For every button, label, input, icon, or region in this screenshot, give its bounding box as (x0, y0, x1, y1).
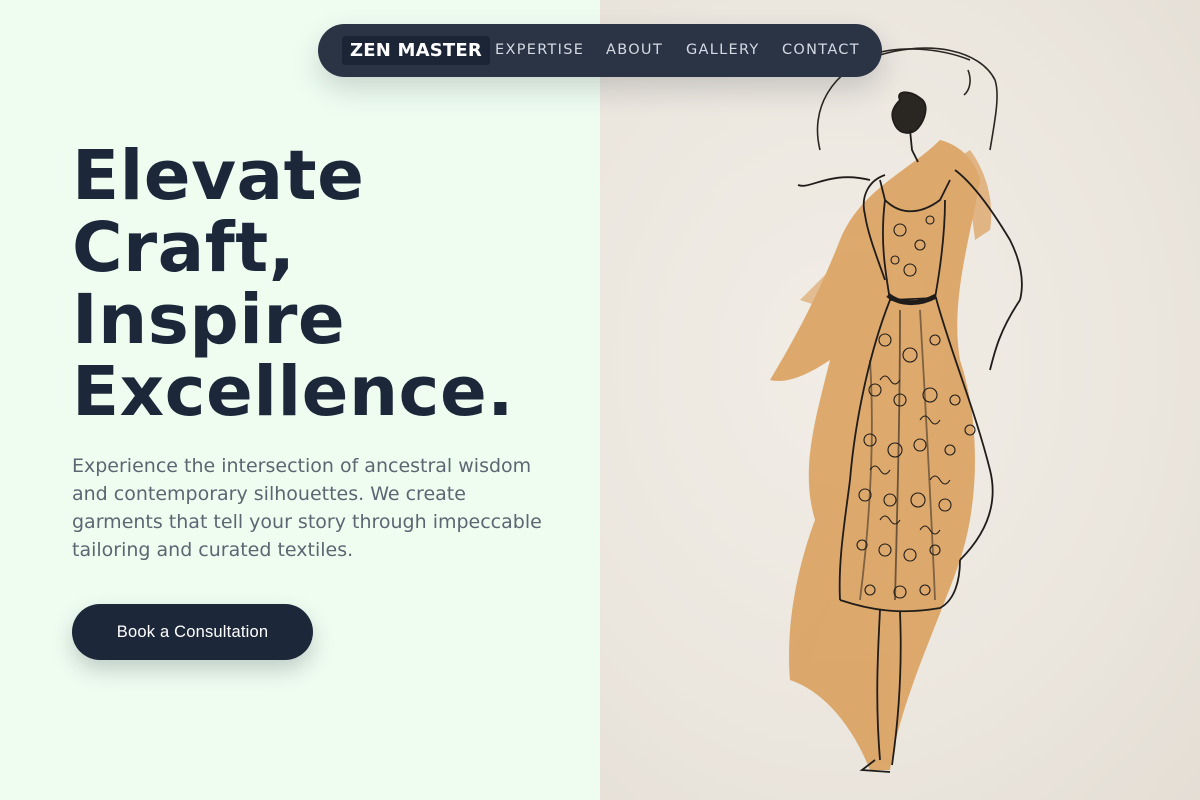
nav-link-contact[interactable]: CONTACT (782, 24, 860, 77)
hero-title: Elevate Craft, Inspire Excellence. (72, 140, 592, 428)
book-consultation-button[interactable]: Book a Consultation (72, 604, 313, 660)
site-logo[interactable]: ZEN MASTER (342, 36, 490, 65)
fashion-sketch-illustration (770, 47, 1023, 773)
nav-link-about[interactable]: ABOUT (606, 24, 663, 77)
hero-title-line: Inspire (72, 280, 346, 360)
nav-link-gallery[interactable]: GALLERY (686, 24, 760, 77)
hero-description: Experience the intersection of ancestral… (72, 455, 542, 561)
watercolor-wash (770, 140, 992, 770)
hero-image-panel (600, 0, 1200, 800)
top-navigation: ZEN MASTER EXPERTISE ABOUT GALLERY CONTA… (318, 24, 882, 77)
hero-title-line: Craft, (72, 208, 296, 288)
nav-link-expertise[interactable]: EXPERTISE (495, 24, 584, 77)
hero-title-line: Elevate (72, 136, 365, 216)
hero-title-line: Excellence. (72, 352, 514, 432)
